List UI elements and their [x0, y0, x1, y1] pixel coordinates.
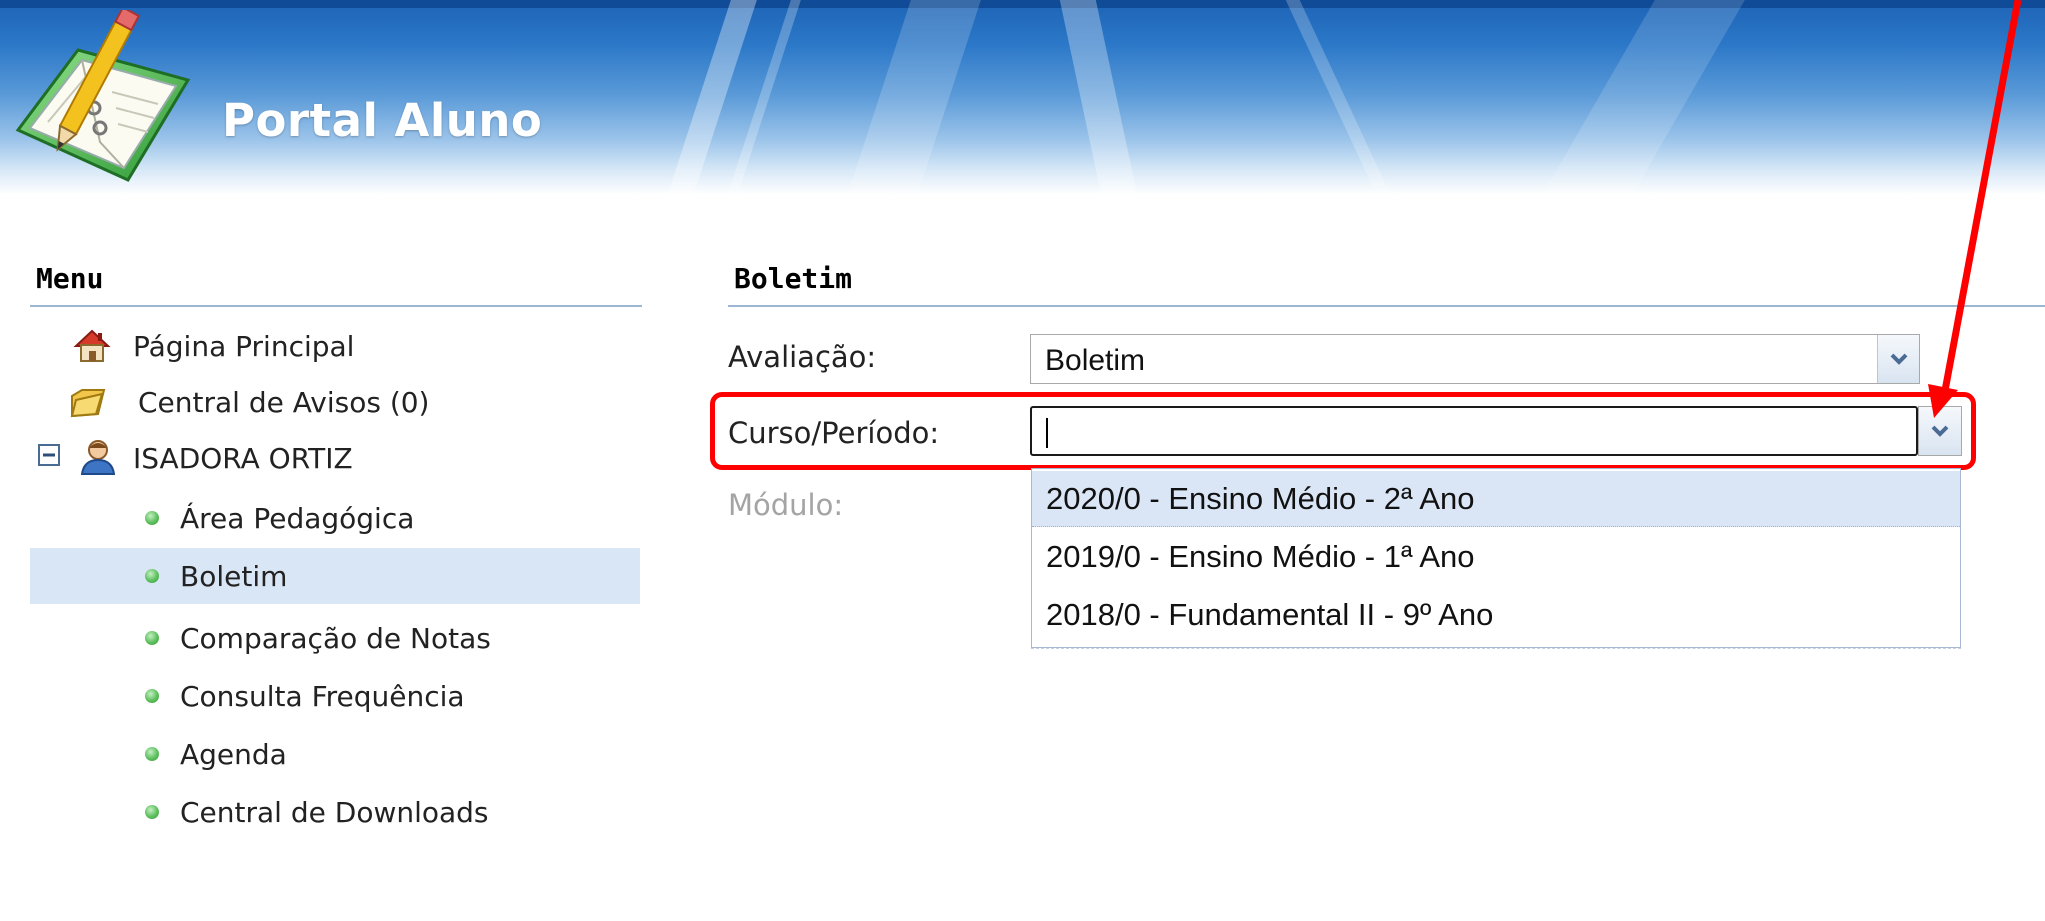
- app-title: Portal Aluno: [222, 94, 543, 147]
- menu-divider: [30, 305, 642, 307]
- chevron-down-icon: [1890, 353, 1907, 365]
- header-light-streak: [662, 0, 764, 195]
- bullet-icon: [145, 805, 159, 819]
- header-light-streak: [1055, 0, 1141, 195]
- submenu-item-comparacao-notas[interactable]: Comparação de Notas: [30, 610, 640, 666]
- submenu-item-area-pedagogica[interactable]: Área Pedagógica: [30, 490, 640, 546]
- modulo-label: Módulo:: [728, 488, 844, 522]
- dropdown-option[interactable]: 2018/0 - Fundamental II - 9º Ano: [1032, 587, 1960, 643]
- menu-item-central-avisos[interactable]: Central de Avisos (0): [30, 374, 640, 430]
- collapse-icon[interactable]: [38, 444, 60, 466]
- dropdown-option[interactable]: 2020/0 - Ensino Médio - 2ª Ano: [1032, 471, 1960, 527]
- avaliacao-select-value: Boletim: [1045, 344, 1146, 377]
- bullet-icon: [145, 747, 159, 761]
- folder-icon: [70, 389, 106, 418]
- bullet-icon: [145, 631, 159, 645]
- submenu-item-label: Agenda: [180, 737, 287, 771]
- header-light-streak: [1533, 0, 1757, 195]
- section-divider: [728, 305, 2045, 307]
- menu-title: Menu: [36, 262, 104, 295]
- header-light-streak: [1276, 0, 1398, 195]
- avaliacao-label: Avaliação:: [728, 340, 877, 374]
- submenu-item-label: Área Pedagógica: [180, 501, 415, 535]
- home-icon: [73, 329, 111, 362]
- menu-item-label: Página Principal: [133, 329, 355, 363]
- bullet-icon: [145, 569, 159, 583]
- avaliacao-dropdown-button[interactable]: [1877, 335, 1919, 383]
- submenu-item-label: Comparação de Notas: [180, 621, 491, 655]
- submenu-item-agenda[interactable]: Agenda: [30, 726, 640, 782]
- submenu-item-label: Central de Downloads: [180, 795, 489, 829]
- submenu-item-consulta-frequencia[interactable]: Consulta Frequência: [30, 668, 640, 724]
- submenu-item-label: Boletim: [180, 559, 288, 593]
- page-header: Portal Aluno: [0, 0, 2045, 195]
- submenu-item-central-downloads[interactable]: Central de Downloads: [30, 784, 640, 840]
- menu-item-label: ISADORA ORTIZ: [133, 441, 353, 475]
- submenu-item-boletim[interactable]: Boletim: [30, 548, 640, 604]
- bullet-icon: [145, 511, 159, 525]
- menu-item-pagina-principal[interactable]: Página Principal: [30, 318, 640, 374]
- menu-item-user[interactable]: ISADORA ORTIZ: [30, 430, 640, 486]
- annotation-highlight-box: [710, 392, 1976, 470]
- avaliacao-select[interactable]: Boletim: [1030, 334, 1920, 384]
- user-icon: [80, 440, 116, 475]
- curso-periodo-dropdown-list: 2020/0 - Ensino Médio - 2ª Ano 2019/0 - …: [1031, 468, 1961, 648]
- menu-item-label: Central de Avisos (0): [138, 385, 430, 419]
- header-light-streak: [842, 0, 988, 195]
- section-title: Boletim: [734, 262, 853, 295]
- dropdown-option[interactable]: 2019/0 - Ensino Médio - 1ª Ano: [1032, 529, 1960, 585]
- notebook-pencil-icon: [15, 10, 191, 182]
- submenu-item-label: Consulta Frequência: [180, 679, 465, 713]
- dropdown-bottom-edge: [1031, 648, 1961, 655]
- bullet-icon: [145, 689, 159, 703]
